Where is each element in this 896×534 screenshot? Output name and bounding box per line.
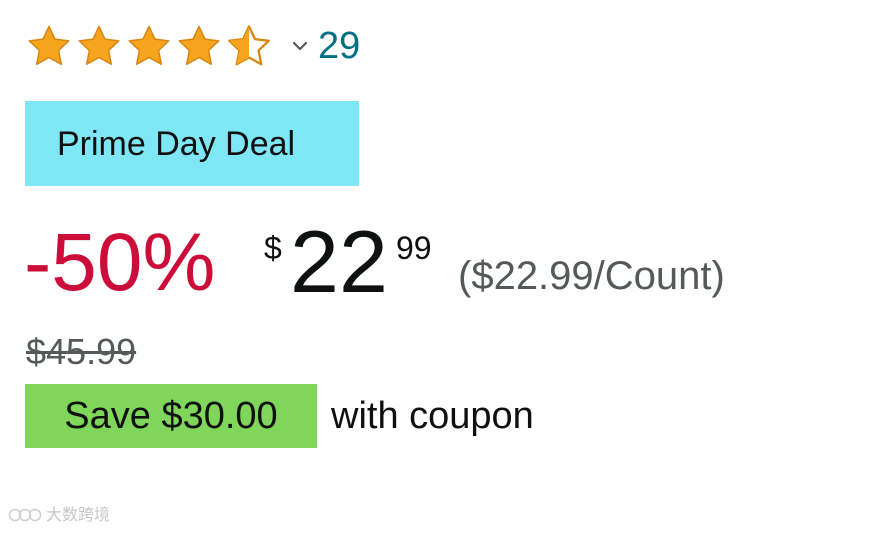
deal-badge-label: Prime Day Deal [57, 124, 296, 163]
coupon-badge[interactable]: Save $30.00 [25, 384, 317, 448]
star-rating[interactable] [26, 23, 276, 69]
discount-percentage: -50% [24, 217, 216, 308]
coupon-row: Save $30.00 with coupon [25, 384, 534, 448]
watermark: 大数跨境 [8, 505, 110, 525]
watermark-text: 大数跨境 [46, 505, 111, 524]
star-icon [78, 25, 120, 65]
coupon-suffix: with coupon [331, 395, 534, 437]
watermark-logo-icon [8, 508, 42, 522]
chevron-down-icon[interactable] [288, 34, 312, 58]
rating-row: 29 [26, 20, 360, 72]
star-icon [178, 25, 220, 65]
review-count-link[interactable]: 29 [318, 27, 360, 65]
price-currency-symbol: $ [264, 230, 282, 266]
price-row: -50% $ 22 99 ($22.99/Count) [24, 212, 864, 312]
half-star-icon [228, 25, 270, 66]
price-fraction: 99 [396, 230, 432, 266]
deal-badge: Prime Day Deal [25, 101, 359, 186]
price-whole: 22 [290, 212, 388, 311]
star-icon [28, 25, 70, 65]
unit-price: ($22.99/Count) [458, 254, 725, 298]
coupon-badge-label: Save $30.00 [64, 395, 278, 437]
star-icon [128, 25, 170, 65]
list-price: $45.99 [26, 331, 137, 372]
